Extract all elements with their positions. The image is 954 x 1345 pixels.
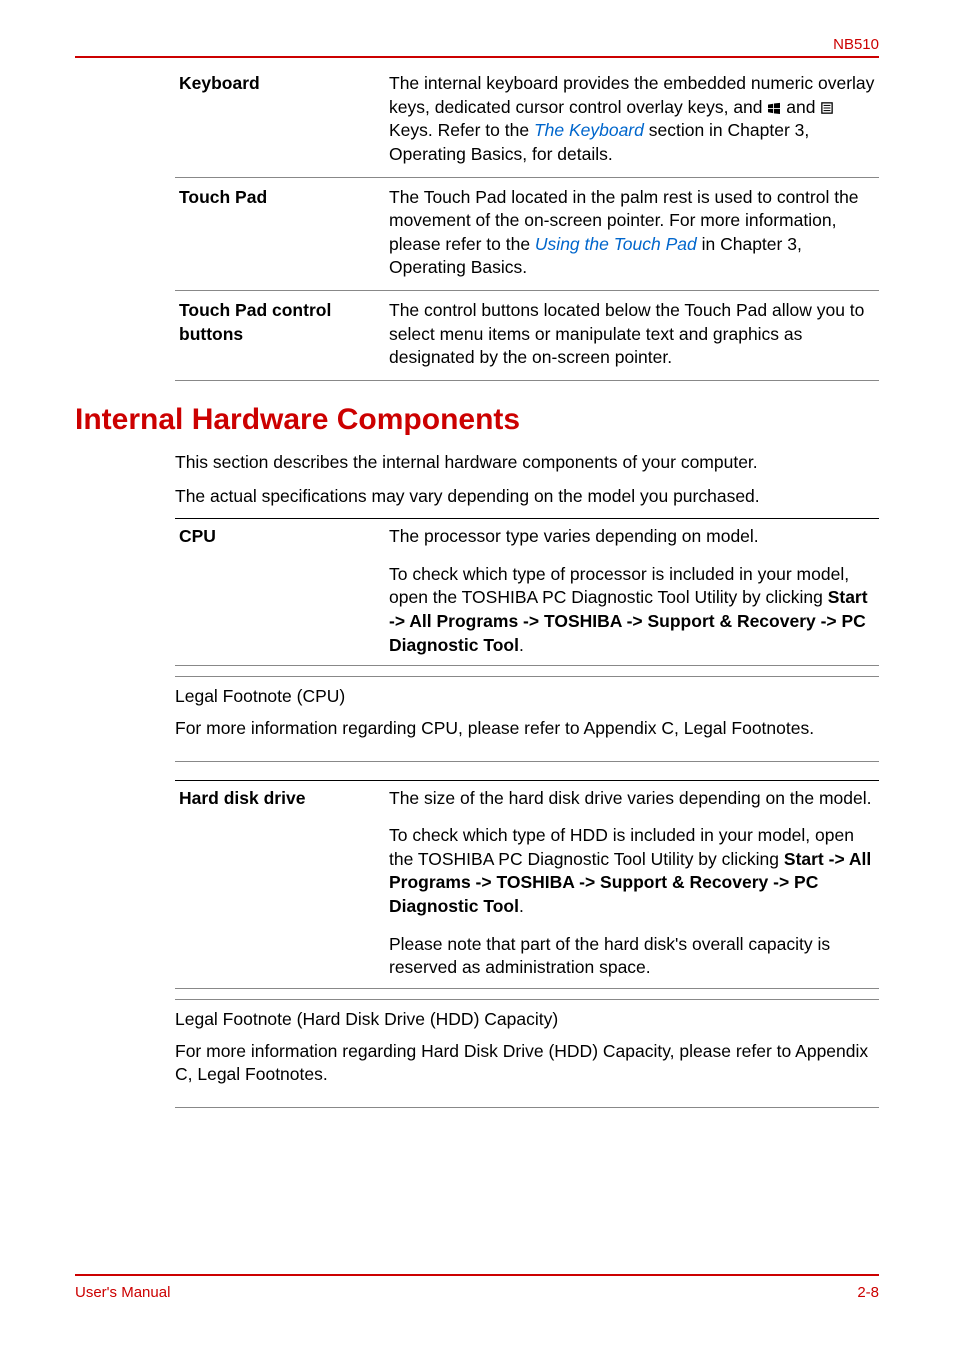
footer: User's Manual 2-8 xyxy=(75,1274,879,1301)
term-touchpad: Touch Pad xyxy=(175,177,385,291)
cpu-table: CPU The processor type varies depending … xyxy=(175,518,879,666)
cpu-row-1: CPU The processor type varies depending … xyxy=(175,519,879,557)
section-heading: Internal Hardware Components xyxy=(75,403,879,437)
menu-key-icon xyxy=(820,102,834,114)
hdd-desc-line1: The size of the hard disk drive varies d… xyxy=(385,780,879,818)
cpu-footnote: Legal Footnote (CPU) For more informatio… xyxy=(175,676,879,761)
hdd-footnote-body: For more information regarding Hard Disk… xyxy=(175,1040,879,1087)
hdd-desc-line2: To check which type of HDD is included i… xyxy=(385,818,879,927)
intro-paragraph-1: This section describes the internal hard… xyxy=(175,451,879,475)
hdd-table: Hard disk drive The size of the hard dis… xyxy=(175,780,879,989)
desc-touchpad-buttons: The control buttons located below the To… xyxy=(385,291,879,381)
text-fragment: and xyxy=(781,97,820,117)
link-using-touchpad[interactable]: Using the Touch Pad xyxy=(535,234,697,254)
term-cpu: CPU xyxy=(175,519,385,666)
definitions-table: Keyboard The internal keyboard provides … xyxy=(175,70,879,381)
text-fragment: Keys. Refer to the xyxy=(389,120,534,140)
term-touchpad-buttons: Touch Pad control buttons xyxy=(175,291,385,381)
text-fragment: . xyxy=(519,896,524,916)
desc-keyboard: The internal keyboard provides the embed… xyxy=(385,70,879,177)
hdd-footnote-title: Legal Footnote (Hard Disk Drive (HDD) Ca… xyxy=(175,1008,879,1032)
row-touchpad-buttons: Touch Pad control buttons The control bu… xyxy=(175,291,879,381)
row-touchpad: Touch Pad The Touch Pad located in the p… xyxy=(175,177,879,291)
desc-touchpad: The Touch Pad located in the palm rest i… xyxy=(385,177,879,291)
hdd-row-1: Hard disk drive The size of the hard dis… xyxy=(175,780,879,818)
page-content: Keyboard The internal keyboard provides … xyxy=(75,70,879,1108)
footer-page: 2-8 xyxy=(857,1284,879,1301)
intro-paragraph-2: The actual specifications may vary depen… xyxy=(175,485,879,509)
text-fragment: To check which type of processor is incl… xyxy=(389,564,849,608)
windows-key-icon xyxy=(767,102,781,114)
row-keyboard: Keyboard The internal keyboard provides … xyxy=(175,70,879,177)
link-the-keyboard[interactable]: The Keyboard xyxy=(534,120,644,140)
term-keyboard: Keyboard xyxy=(175,70,385,177)
cpu-desc-line2: To check which type of processor is incl… xyxy=(385,557,879,666)
term-hdd: Hard disk drive xyxy=(175,780,385,988)
cpu-desc-line1: The processor type varies depending on m… xyxy=(385,519,879,557)
footer-left: User's Manual xyxy=(75,1284,170,1301)
text-fragment: . xyxy=(519,635,524,655)
hdd-footnote: Legal Footnote (Hard Disk Drive (HDD) Ca… xyxy=(175,999,879,1108)
cpu-footnote-body: For more information regarding CPU, plea… xyxy=(175,717,879,741)
header-model: NB510 xyxy=(833,36,879,53)
header-rule xyxy=(75,56,879,58)
hdd-desc-line3: Please note that part of the hard disk's… xyxy=(385,927,879,989)
cpu-footnote-title: Legal Footnote (CPU) xyxy=(175,685,879,709)
